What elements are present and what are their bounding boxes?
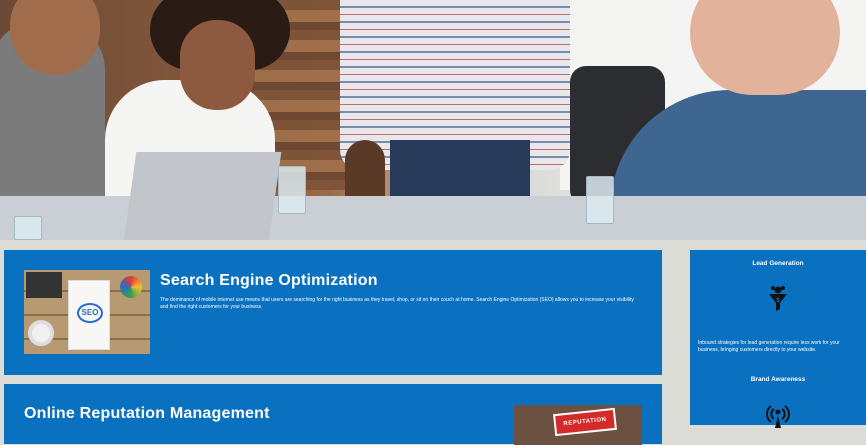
services-column: SEO Search Engine Optimization The domin… [4, 250, 664, 445]
service-title[interactable]: Online Reputation Management [24, 405, 270, 423]
seo-thumb-label: SEO [77, 303, 103, 323]
reputation-thumbnail: REPUTATION [514, 405, 642, 445]
service-title[interactable]: Search Engine Optimization [160, 272, 378, 290]
hero-image [0, 0, 866, 240]
sidebar-title-brand-awareness: Brand Awareness [750, 376, 806, 383]
reputation-sign-graphic: REPUTATION [553, 407, 617, 437]
service-description: The dominance of mobile internet use mea… [160, 297, 634, 310]
hero-glass [586, 176, 614, 224]
broadcast-person-icon [766, 405, 790, 428]
seo-thumbnail: SEO [24, 270, 150, 354]
notepad-graphic: SEO [68, 280, 110, 350]
hero-glass [278, 166, 306, 214]
keyboard-graphic [26, 272, 62, 298]
service-card-seo[interactable]: SEO Search Engine Optimization The domin… [4, 250, 662, 375]
reputation-thumb-label: REPUTATION [563, 416, 607, 428]
hero-person-woman-head [180, 20, 255, 110]
hero-laptop [123, 152, 282, 240]
service-card-reputation[interactable]: Online Reputation Management REPUTATION [4, 384, 662, 445]
coffee-cup-graphic [28, 320, 54, 346]
sidebar-text-lead-generation: Inbound strategies for lead generation r… [698, 340, 840, 353]
pencil-cup-graphic [120, 276, 142, 298]
sidebar-title-lead-generation: Lead Generation [752, 260, 804, 267]
sidebar: Lead Generation $ Inbound strategies for… [690, 250, 866, 428]
funnel-dollar-icon: $ [769, 286, 787, 311]
hero-glass [14, 216, 42, 240]
